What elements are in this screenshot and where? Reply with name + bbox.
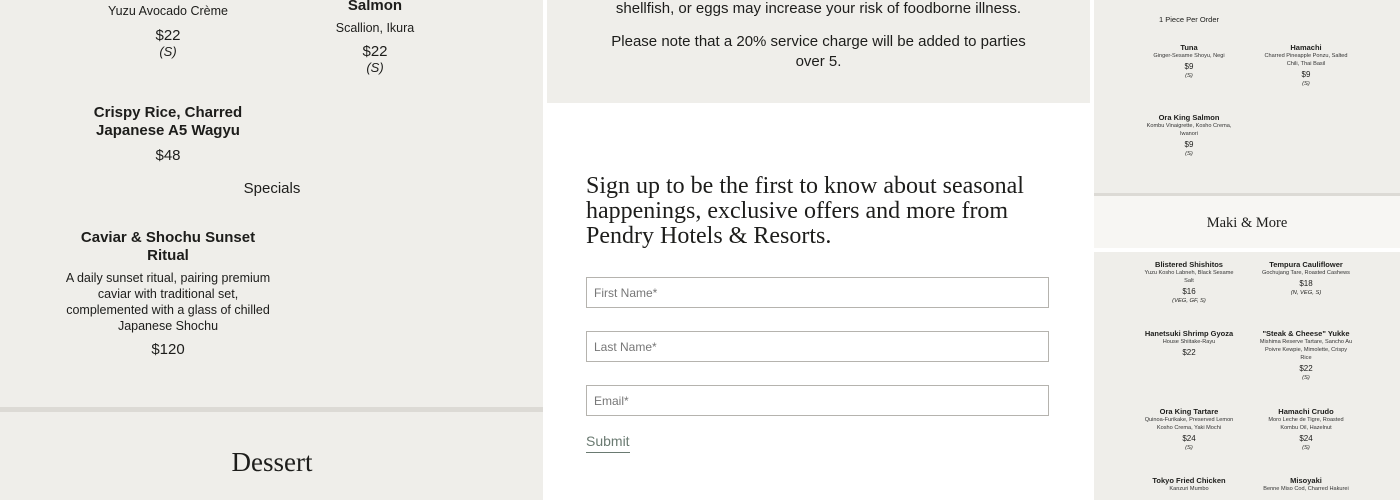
notice-text: shellfish, or eggs may increase your ris… <box>615 0 1022 17</box>
dish-name: Salmon <box>347 0 403 14</box>
dish-description-line: caviar with traditional set, <box>97 287 239 301</box>
dish-price: $22 <box>1182 348 1196 357</box>
menu-item: Caviar & Shochu Sunset Ritual A daily su… <box>58 229 278 358</box>
dish-tag: (S) <box>1302 375 1310 381</box>
menu-item: Yuzu Avocado Crème $22 (S) <box>68 3 268 59</box>
specials-label: Specials <box>243 180 301 197</box>
dish-name: Misoyaki <box>1290 476 1322 485</box>
first-name-field[interactable] <box>586 277 1049 308</box>
dish-description: Kombu Oil, Hazelnut <box>1280 425 1332 431</box>
dish-description: Yuzu Kosho Labneh, Black Sesame <box>1144 270 1234 276</box>
menu-item: Ora King Salmon Kombu Vinaigrette, Kosho… <box>1134 113 1244 158</box>
allergen-notice: shellfish, or eggs may increase your ris… <box>547 0 1090 103</box>
dish-tag: (S) <box>1302 445 1310 451</box>
dish-description: Kanzuri Mumbo <box>1169 486 1209 492</box>
submit-button[interactable]: Submit <box>586 433 630 453</box>
dish-tag: (S) <box>366 60 384 75</box>
dish-name-line: Ritual <box>147 247 189 264</box>
dish-price: $120 <box>151 341 185 358</box>
dish-description: Chili, Thai Basil <box>1286 61 1326 67</box>
dish-description: Charred Pineapple Ponzu, Salted <box>1264 53 1348 59</box>
dish-description: Ginger-Sesame Shoyu, Negi <box>1153 53 1225 59</box>
dish-tag: (S) <box>1302 81 1310 87</box>
dish-description: Moro Leche de Tigre, Roasted <box>1268 417 1344 423</box>
dish-name: "Steak & Cheese" Yukke <box>1262 329 1350 338</box>
dish-description: Mishima Reserve Tartare, Sancho Au <box>1259 339 1353 345</box>
dish-description: Yuzu Avocado Crème <box>108 4 228 18</box>
email-field[interactable] <box>586 385 1049 416</box>
dish-price: $9 <box>1184 140 1194 149</box>
menu-item: Blistered Shishitos Yuzu Kosho Labneh, B… <box>1134 260 1244 305</box>
menu-item: Hamachi Crudo Moro Leche de Tigre, Roast… <box>1251 407 1361 452</box>
dessert-heading: Dessert <box>231 447 313 477</box>
notice-text: Please note that a 20% service charge wi… <box>611 33 1026 50</box>
dish-name: Hamachi <box>1290 43 1322 52</box>
maki-section: Blistered Shishitos Yuzu Kosho Labneh, B… <box>1094 252 1400 500</box>
dish-description: Rice <box>1300 355 1312 361</box>
dish-price: $9 <box>1301 70 1311 79</box>
menu-item: Crispy Rice, Charred Japanese A5 Wagyu $… <box>68 104 268 164</box>
menu-item: Tuna Ginger-Sesame Shoyu, Negi $9 (S) <box>1134 43 1244 80</box>
dish-tag: (S) <box>159 44 177 59</box>
dish-name: Tokyo Fried Chicken <box>1152 476 1226 485</box>
menu-item: Hanetsuki Shrimp Gyoza House Shiitake-Ra… <box>1134 329 1244 358</box>
dish-name: Hanetsuki Shrimp Gyoza <box>1144 329 1234 338</box>
dish-tag: (S) <box>1185 73 1193 79</box>
newsletter-signup: Sign up to be the first to know about se… <box>543 103 1094 500</box>
dish-price: $22 <box>155 27 181 44</box>
dish-name-line: Japanese A5 Wagyu <box>96 122 240 139</box>
piece-note: 1 Piece Per Order <box>1158 15 1220 24</box>
menu-left-panel: Yuzu Avocado Crème $22 (S) Salmon Scalli… <box>0 0 543 500</box>
dish-description-line: A daily sunset ritual, pairing premium <box>65 271 271 285</box>
dish-price: $16 <box>1182 287 1196 296</box>
dish-description: Kombu Vinaigrette, Kosho Crema, <box>1146 123 1232 129</box>
dish-description: Kosho Crema, Yaki Mochi <box>1156 425 1222 431</box>
signup-heading: Sign up to be the first to know about se… <box>586 173 1024 249</box>
dish-price: $24 <box>1299 434 1313 443</box>
dish-tag: (S) <box>1185 445 1193 451</box>
dish-tag: (S) <box>1185 151 1193 157</box>
dish-name: Ora King Tartare <box>1159 407 1219 416</box>
dish-description-line: Japanese Shochu <box>117 319 219 333</box>
notice-text: over 5. <box>795 53 842 70</box>
maki-header: Maki & More <box>1094 196 1400 248</box>
menu-item: Tokyo Fried Chicken Kanzuri Mumbo <box>1134 476 1244 493</box>
dish-description: Scallion, Ikura <box>335 21 415 35</box>
dish-description: Quinoa-Furikake, Preserved Lemon <box>1144 417 1234 423</box>
section-divider <box>0 407 543 412</box>
dish-price: $48 <box>155 147 181 164</box>
dish-name: Tuna <box>1180 43 1198 52</box>
menu-item: Ora King Tartare Quinoa-Furikake, Preser… <box>1134 407 1244 452</box>
menu-right-panel: 1 Piece Per Order Tuna Ginger-Sesame Sho… <box>1094 0 1400 500</box>
nigiri-section: 1 Piece Per Order Tuna Ginger-Sesame Sho… <box>1094 0 1400 193</box>
dish-description-line: complemented with a glass of chilled <box>66 303 270 317</box>
dish-tag: (N, VEG, S) <box>1290 290 1322 296</box>
dish-name: Tempura Cauliflower <box>1269 260 1343 269</box>
dish-description: Poivre Kewpie, Mimolette, Crispy <box>1264 347 1348 353</box>
menu-item: "Steak & Cheese" Yukke Mishima Reserve T… <box>1246 329 1366 382</box>
menu-item: Misoyaki Benne Miso Cod, Charred Hakurei <box>1251 476 1361 493</box>
dish-price: $18 <box>1299 279 1313 288</box>
menu-item: Tempura Cauliflower Gochujang Tare, Roas… <box>1251 260 1361 297</box>
dish-name: Blistered Shishitos <box>1155 260 1223 269</box>
dish-price: $22 <box>1299 364 1313 373</box>
dish-description: House Shiitake-Rayu <box>1162 339 1216 345</box>
dish-price: $22 <box>362 43 388 60</box>
dish-name-line: Caviar & Shochu Sunset <box>80 229 256 246</box>
dish-name-line: Crispy Rice, Charred <box>93 104 243 121</box>
dish-tag: (VEG, GF, S) <box>1172 298 1206 304</box>
dish-name: Hamachi Crudo <box>1278 407 1334 416</box>
dish-description: Salt <box>1184 278 1194 284</box>
menu-item: Salmon Scallion, Ikura $22 (S) <box>275 0 475 75</box>
dish-description: Gochujang Tare, Roasted Cashews <box>1262 270 1350 276</box>
dish-price: $24 <box>1182 434 1196 443</box>
dish-description: Iwanori <box>1179 131 1199 137</box>
last-name-field[interactable] <box>586 331 1049 362</box>
maki-heading: Maki & More <box>1206 215 1288 231</box>
dish-price: $9 <box>1184 62 1194 71</box>
dish-name: Ora King Salmon <box>1158 113 1220 122</box>
dish-description: Benne Miso Cod, Charred Hakurei <box>1263 486 1349 492</box>
menu-item: Hamachi Charred Pineapple Ponzu, Salted … <box>1251 43 1361 88</box>
